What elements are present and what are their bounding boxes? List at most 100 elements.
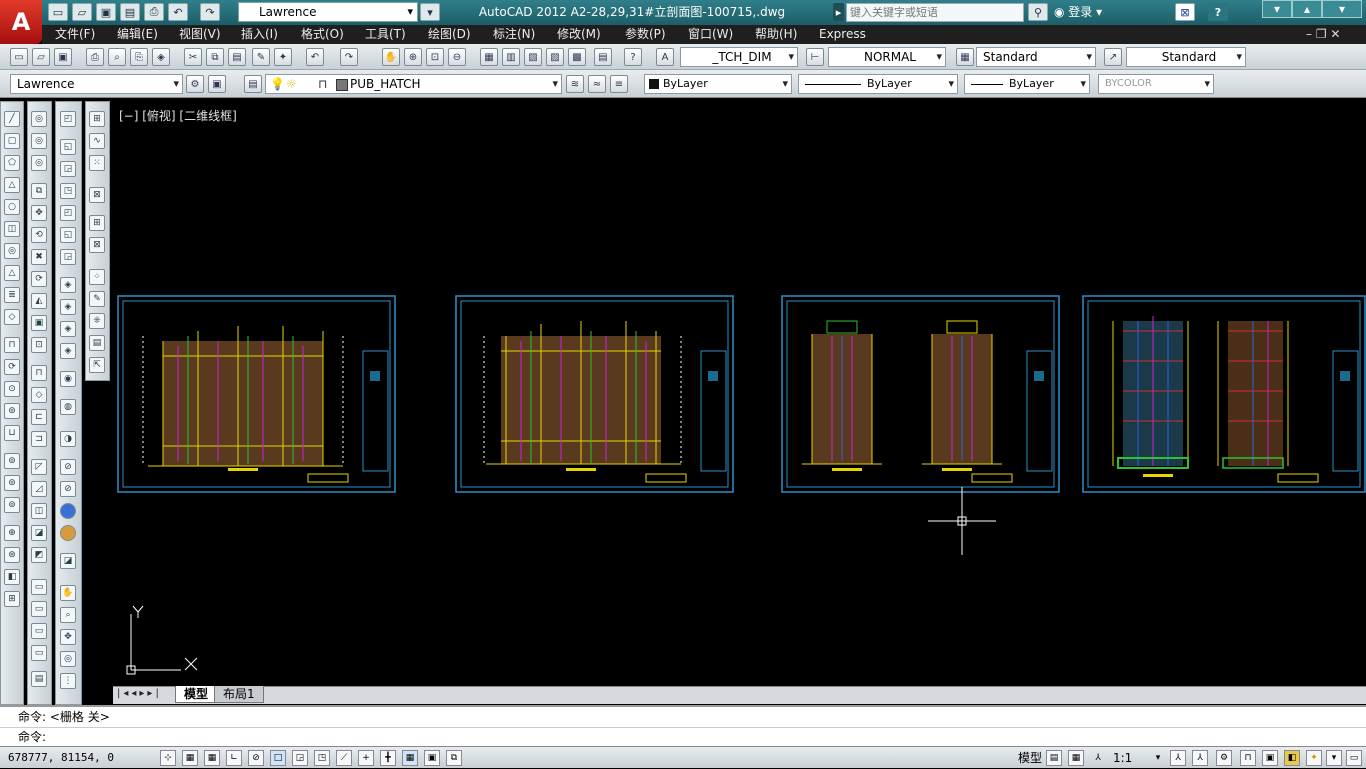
publish-icon[interactable]: ⎘ — [130, 48, 148, 66]
zoom-realtime-icon[interactable]: ⊕ — [404, 48, 422, 66]
lineweight-select[interactable]: ByLayer — [964, 74, 1090, 94]
cylinder-icon[interactable]: ◲ — [60, 161, 76, 177]
arc-icon[interactable]: ◫ — [4, 221, 20, 237]
menu-dimension[interactable]: 标注(N) — [493, 25, 535, 44]
tab-navigation-arrows[interactable]: |◂◂▸▸| — [117, 688, 162, 699]
dim-style-icon[interactable]: ⊢ — [806, 48, 824, 66]
menu-modify[interactable]: 修改(M) — [557, 25, 601, 44]
visual-style-hidden-icon[interactable]: ◈ — [60, 299, 76, 315]
scale-dropdown-icon[interactable]: ▾ — [1150, 750, 1166, 766]
print-icon[interactable]: ⎙ — [144, 3, 164, 21]
rectangle-icon[interactable]: △ — [4, 177, 20, 193]
pan-realtime-icon[interactable]: ✋ — [60, 585, 76, 601]
footsteps-icon[interactable]: ⋮ — [60, 673, 76, 689]
sphere-icon[interactable]: ◰ — [60, 205, 76, 221]
3d-array-icon[interactable]: ⊞ — [4, 591, 20, 607]
annotation-scale-icon[interactable]: ⅄ — [1090, 750, 1106, 766]
object-snap-tracking-icon[interactable]: ◳ — [314, 750, 330, 766]
block-editor-icon[interactable]: ✦ — [274, 48, 292, 66]
ungroup-icon[interactable]: ⊠ — [89, 237, 105, 253]
visual-style-conceptual-icon[interactable]: ◈ — [60, 343, 76, 359]
tab-model[interactable]: 模型 — [175, 686, 218, 703]
make-current-layer-icon[interactable]: ≋ — [566, 75, 584, 93]
workspace-switching-icon[interactable]: ⚙ — [1216, 750, 1232, 766]
tool-palettes-icon[interactable]: ▧ — [524, 48, 542, 66]
zoom-previous-icon[interactable]: ⊖ — [448, 48, 466, 66]
isolate-objects-icon[interactable]: ◧ — [1284, 750, 1300, 766]
3d-object-snap-icon[interactable]: ◲ — [292, 750, 308, 766]
3d-move-icon[interactable]: ⊕ — [4, 525, 20, 541]
donut-icon[interactable]: ◎ — [4, 243, 20, 259]
lightbulb-icon[interactable]: ✦ — [1306, 750, 1322, 766]
annotation-visibility-icon[interactable]: ⅄ — [1170, 750, 1186, 766]
explode-icon[interactable]: ◫ — [31, 503, 47, 519]
plot-style-select[interactable]: BYCOLOR — [1098, 74, 1214, 94]
orbit-icon[interactable]: ✥ — [60, 629, 76, 645]
menu-file[interactable]: 文件(F) — [55, 25, 95, 44]
revolve-icon[interactable]: ⟳ — [4, 359, 20, 375]
hatch-icon[interactable]: ≣ — [4, 287, 20, 303]
table-style-select[interactable]: Standard — [976, 47, 1096, 67]
menu-insert[interactable]: 插入(I) — [241, 25, 278, 44]
cone-icon[interactable]: △ — [4, 265, 20, 281]
layer-properties-icon[interactable]: ▤ — [244, 75, 262, 93]
visual-style-realistic-icon[interactable]: ◈ — [60, 321, 76, 337]
layer-previous-icon[interactable]: ≈ — [588, 75, 606, 93]
walk-icon[interactable]: ◍ — [60, 399, 76, 415]
save-toolbar-icon[interactable]: ▣ — [54, 48, 72, 66]
offset-icon[interactable]: ⟳ — [31, 271, 47, 287]
app-menu-button[interactable]: A — [0, 0, 42, 44]
polygon-viewport-icon[interactable]: ∿ — [89, 133, 105, 149]
qnew-icon[interactable]: ▭ — [10, 48, 28, 66]
view-left-icon[interactable]: ▭ — [31, 623, 47, 639]
menu-tools[interactable]: 工具(T) — [365, 25, 406, 44]
coordinates-readout[interactable]: 678777, 81154, 0 — [8, 747, 114, 769]
pyramid-icon[interactable]: ◳ — [60, 183, 76, 199]
quick-properties-icon[interactable]: ▣ — [424, 750, 440, 766]
fillet-icon[interactable]: ◿ — [31, 481, 47, 497]
3d-dwf-icon[interactable]: ◈ — [152, 48, 170, 66]
extrude-icon[interactable]: ⊓ — [4, 337, 20, 353]
ucs-world-icon[interactable]: ◎ — [31, 111, 47, 127]
clean-screen-icon[interactable]: ▭ — [1346, 750, 1362, 766]
workspace-settings-icon[interactable]: ⚙ — [186, 75, 204, 93]
multileader-style-icon[interactable]: ↗ — [1104, 48, 1122, 66]
command-input[interactable]: 命令: — [0, 727, 1366, 746]
delete-icon[interactable]: ✖ — [31, 249, 47, 265]
break-icon[interactable]: ⊐ — [31, 431, 47, 447]
zoom-icon[interactable]: ⌕ — [60, 607, 76, 623]
quickcalc-icon[interactable]: ▤ — [594, 48, 612, 66]
extend-icon[interactable]: ⊏ — [31, 409, 47, 425]
text-style-icon[interactable]: A — [656, 48, 674, 66]
infer-constraints-icon[interactable]: ⊹ — [160, 750, 176, 766]
open-file-icon[interactable]: ▱ — [72, 3, 92, 21]
view-manager-icon[interactable]: ▤ — [31, 671, 47, 687]
workspace-select[interactable]: Lawrence — [238, 2, 418, 22]
menu-edit[interactable]: 编辑(E) — [117, 25, 158, 44]
mirror-icon[interactable]: ◭ — [31, 293, 47, 309]
zoom-window-icon[interactable]: ⊡ — [426, 48, 444, 66]
subtract-icon[interactable]: ⊚ — [4, 475, 20, 491]
torus-icon[interactable]: ◱ — [60, 227, 76, 243]
menu-parametric[interactable]: 参数(P) — [625, 25, 666, 44]
quick-view-layouts-icon[interactable]: ▤ — [1046, 750, 1062, 766]
section-icon[interactable]: ◩ — [31, 547, 47, 563]
planar-surface-icon[interactable]: ◲ — [60, 249, 76, 265]
selection-cycling-icon[interactable]: ⧉ — [446, 750, 462, 766]
3d-rotate-icon[interactable]: ⊛ — [4, 547, 20, 563]
materials-icon[interactable] — [60, 503, 76, 519]
save-icon[interactable]: ▣ — [96, 3, 116, 21]
menu-draw[interactable]: 绘图(D) — [428, 25, 471, 44]
properties-icon[interactable]: ▦ — [480, 48, 498, 66]
status-menu-icon[interactable]: ▾ — [1326, 750, 1342, 766]
view-front-icon[interactable]: ▭ — [31, 579, 47, 595]
object-snap-icon[interactable]: □ — [270, 750, 286, 766]
markup-icon[interactable]: ▩ — [568, 48, 586, 66]
trim-icon[interactable]: ◇ — [31, 387, 47, 403]
sheet-set-icon[interactable]: ▨ — [546, 48, 564, 66]
cut-icon[interactable]: ✂ — [184, 48, 202, 66]
plot-icon[interactable]: ⎙ — [86, 48, 104, 66]
search-input[interactable]: 键入关键字或短语 — [846, 3, 1024, 22]
restore-button[interactable]: ▴ — [1292, 0, 1322, 18]
stretch-icon[interactable]: ⊓ — [31, 365, 47, 381]
